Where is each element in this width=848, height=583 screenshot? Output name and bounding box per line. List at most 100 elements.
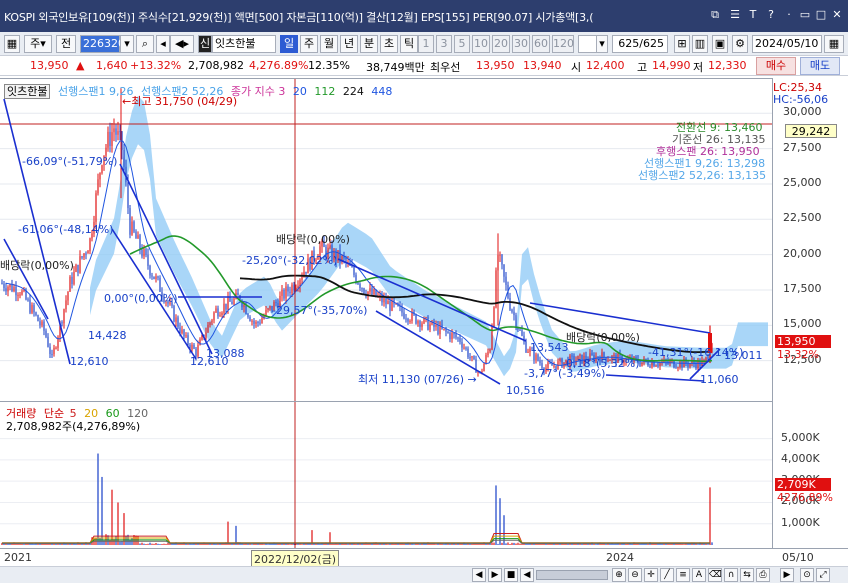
prev-stock-icon[interactable]: ◂ (156, 35, 170, 53)
tab-minute[interactable]: 분 (360, 35, 378, 53)
volume-bar (343, 543, 345, 545)
candle-body (139, 235, 141, 250)
candle-body (501, 254, 503, 265)
calendar-icon[interactable]: ▦ (824, 35, 844, 53)
channel-top (529, 302, 711, 334)
candle-body (285, 286, 287, 299)
chart-type-icon[interactable]: ▥ (692, 35, 708, 53)
fit-icon[interactable]: ⤢ (816, 568, 830, 582)
candle-body (153, 276, 155, 279)
legend-stock-name[interactable]: 잇츠한불 (4, 84, 51, 99)
eraser-icon[interactable]: ⌫ (708, 568, 722, 582)
candle-body (455, 334, 457, 338)
tab-year[interactable]: 년 (340, 35, 358, 53)
volume-bar (469, 543, 471, 545)
interval-20[interactable]: 20 (492, 35, 510, 53)
grid-icon[interactable]: ⊞ (674, 35, 690, 53)
step-back-icon[interactable]: ◀ (520, 568, 534, 582)
tab-week[interactable]: 주 (300, 35, 318, 53)
print-icon[interactable]: ⎙ (756, 568, 770, 582)
price-chart-panel[interactable]: 잇츠한불 선행스팬1 9,26 선행스팬2 52,26 종가 지수 3 20 1… (0, 78, 772, 402)
pin-icon[interactable]: · (782, 8, 796, 22)
candle-body (39, 321, 41, 326)
help-icon[interactable]: ? (764, 8, 778, 22)
scrollbar-track[interactable] (536, 570, 608, 580)
interval-5[interactable]: 5 (454, 35, 470, 53)
volume-bar (419, 543, 421, 545)
level-label-8: 11,060 (700, 373, 739, 386)
volume-bar (669, 543, 671, 545)
interval-60[interactable]: 60 (532, 35, 550, 53)
left-arrow-icon: ← (122, 95, 132, 108)
crosshair-icon[interactable]: ✛ (644, 568, 658, 582)
compare-icon[interactable]: ⇆ (740, 568, 754, 582)
interval-dropdown-icon[interactable]: ▾ (596, 35, 608, 53)
maximize-icon[interactable]: □ (814, 8, 828, 22)
candle-body (209, 322, 211, 325)
volume-bar (101, 476, 103, 545)
candle-body (293, 284, 295, 291)
settings-icon[interactable]: ⚙ (732, 35, 748, 53)
close-icon[interactable]: ✕ (830, 8, 844, 22)
interval-10[interactable]: 10 (472, 35, 490, 53)
legend-ma224[interactable]: 224 (343, 85, 364, 98)
text-tool-icon[interactable]: A (692, 568, 706, 582)
legend-ma112[interactable]: 112 (314, 85, 335, 98)
interval-1[interactable]: 1 (418, 35, 434, 53)
candle-body (187, 335, 189, 345)
candle-body (459, 337, 461, 342)
candle-body (695, 363, 697, 369)
candle-body (133, 221, 135, 232)
tab-month[interactable]: 월 (320, 35, 338, 53)
draw-line-icon[interactable]: ╱ (660, 568, 674, 582)
sell-button[interactable]: 매도 (800, 57, 840, 75)
sound-icon[interactable]: ◀▸ (170, 35, 194, 53)
interval-120[interactable]: 120 (552, 35, 574, 53)
layout-icon[interactable]: ▦ (4, 35, 20, 53)
scroll-end-icon[interactable]: ▶ (780, 568, 794, 582)
stock-code-input[interactable]: 226320 (80, 35, 125, 53)
interval-30[interactable]: 30 (512, 35, 530, 53)
buy-button[interactable]: 매수 (756, 57, 796, 75)
candle-body (227, 296, 229, 310)
scroll-start-icon[interactable]: ◀ (472, 568, 486, 582)
text-icon[interactable]: T (746, 8, 760, 22)
play-icon[interactable]: ▶ (488, 568, 502, 582)
tab-day[interactable]: 일 (280, 35, 298, 53)
save-icon[interactable]: ▣ (712, 35, 728, 53)
search-icon[interactable]: ⌕ (136, 35, 154, 53)
market-select[interactable]: 주▾ (24, 35, 52, 53)
magnet-icon[interactable]: ∩ (724, 568, 738, 582)
candle-body (407, 318, 409, 322)
candle-body (521, 330, 523, 336)
volume-chart-panel[interactable]: 거래량 단순 5 20 60 120 2,708,982주(4,276,89%) (0, 401, 772, 549)
fibonacci-icon[interactable]: ≡ (676, 568, 690, 582)
volume-bar (149, 542, 151, 545)
legend-ma448[interactable]: 448 (371, 85, 392, 98)
candle-body (651, 362, 653, 368)
scrollbar-thumb[interactable] (537, 571, 607, 579)
interval-3[interactable]: 3 (436, 35, 452, 53)
minimize-icon[interactable]: ▭ (798, 8, 812, 22)
candle-body (519, 329, 521, 331)
prev-button[interactable]: 전 (56, 35, 76, 53)
menu-icon[interactable]: ☰ (728, 8, 742, 22)
legend-ma20[interactable]: 20 (293, 85, 307, 98)
zoom-out-icon[interactable]: ⊖ (628, 568, 642, 582)
stop-icon[interactable]: ■ (504, 568, 518, 582)
candle-body (41, 321, 43, 326)
volume-bar (167, 543, 169, 545)
volume-bar (333, 543, 335, 545)
tab-second[interactable]: 초 (380, 35, 398, 53)
legend-close-index[interactable]: 종가 지수 3 (231, 85, 285, 98)
date-input[interactable]: 2024/05/10 (752, 35, 822, 53)
level-label-5: 13,543 (530, 341, 569, 354)
volume-bar (613, 543, 615, 545)
candle-body (55, 347, 57, 349)
zoom-reset-icon[interactable]: ⊙ (800, 568, 814, 582)
restore-icon[interactable]: ⧉ (708, 8, 722, 22)
tab-tick[interactable]: 틱 (400, 35, 418, 53)
zoom-in-icon[interactable]: ⊕ (612, 568, 626, 582)
code-dropdown-icon[interactable]: ▾ (120, 35, 134, 53)
candle-body (255, 322, 257, 324)
